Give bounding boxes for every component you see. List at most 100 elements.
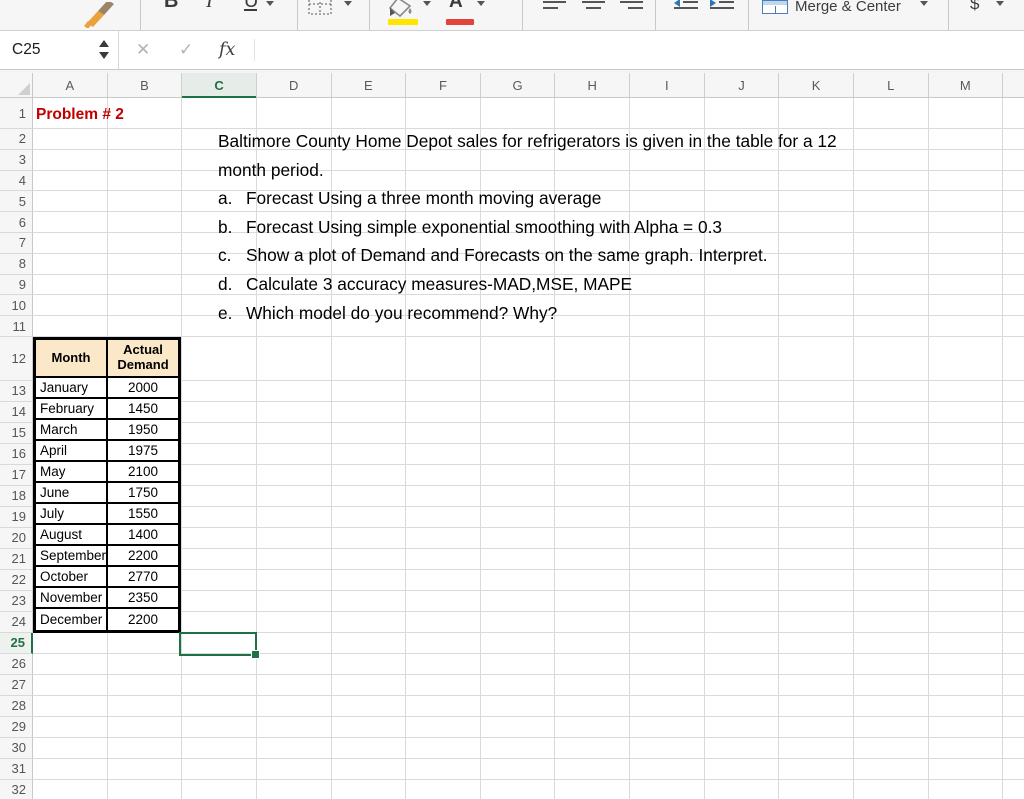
row-header-2[interactable]: 2 bbox=[0, 129, 33, 150]
cell-I31[interactable] bbox=[630, 758, 705, 780]
cell-E19[interactable] bbox=[331, 506, 407, 528]
cell-B5[interactable] bbox=[107, 191, 183, 213]
cell-K1[interactable] bbox=[779, 98, 854, 129]
cell-D16[interactable] bbox=[256, 443, 332, 465]
cell-B32[interactable] bbox=[107, 779, 183, 799]
cell-M13[interactable] bbox=[928, 380, 1004, 402]
cell-K31[interactable] bbox=[779, 758, 854, 780]
cell-E29[interactable] bbox=[331, 716, 407, 738]
cell-M16[interactable] bbox=[928, 443, 1004, 465]
cell-J1[interactable] bbox=[704, 98, 780, 129]
table-cell-demand[interactable]: 1750 bbox=[108, 483, 178, 504]
cell-C28[interactable] bbox=[182, 695, 257, 717]
cell-partial-22[interactable] bbox=[1003, 569, 1024, 591]
cell-E32[interactable] bbox=[331, 779, 407, 799]
cell-J14[interactable] bbox=[704, 401, 780, 423]
cell-L1[interactable] bbox=[853, 98, 929, 129]
column-header-G[interactable]: G bbox=[481, 73, 556, 97]
cell-M17[interactable] bbox=[928, 464, 1004, 486]
cell-B2[interactable] bbox=[107, 129, 183, 150]
increase-indent-button[interactable] bbox=[710, 0, 734, 12]
cell-K12[interactable] bbox=[779, 336, 854, 381]
cell-M31[interactable] bbox=[928, 758, 1004, 780]
cell-J20[interactable] bbox=[704, 527, 780, 549]
table-cell-month[interactable]: December bbox=[36, 609, 108, 630]
cell-M10[interactable] bbox=[928, 295, 1004, 317]
cell-K21[interactable] bbox=[779, 548, 854, 570]
cell-H1[interactable] bbox=[555, 98, 630, 129]
cell-E1[interactable] bbox=[331, 98, 407, 129]
fill-color-bucket-icon[interactable] bbox=[388, 0, 416, 18]
cell-G12[interactable] bbox=[480, 336, 556, 381]
cell-M27[interactable] bbox=[928, 674, 1004, 696]
cell-J26[interactable] bbox=[704, 653, 780, 675]
select-all-corner[interactable] bbox=[0, 73, 33, 97]
cell-H12[interactable] bbox=[555, 336, 630, 381]
cell-K14[interactable] bbox=[779, 401, 854, 423]
cell-partial-14[interactable] bbox=[1003, 401, 1024, 423]
cell-I13[interactable] bbox=[630, 380, 705, 402]
cell-D27[interactable] bbox=[256, 674, 332, 696]
cell-D30[interactable] bbox=[256, 737, 332, 759]
cell-B9[interactable] bbox=[107, 274, 183, 296]
cell-M26[interactable] bbox=[928, 653, 1004, 675]
cell-I16[interactable] bbox=[630, 443, 705, 465]
cell-M2[interactable] bbox=[928, 129, 1004, 150]
cell-B31[interactable] bbox=[107, 758, 183, 780]
cell-H14[interactable] bbox=[555, 401, 630, 423]
cell-H13[interactable] bbox=[555, 380, 630, 402]
cell-J25[interactable] bbox=[704, 632, 780, 654]
cell-I12[interactable] bbox=[630, 336, 705, 381]
cell-I27[interactable] bbox=[630, 674, 705, 696]
cell-J15[interactable] bbox=[704, 422, 780, 444]
cell-M21[interactable] bbox=[928, 548, 1004, 570]
cell-G25[interactable] bbox=[480, 632, 556, 654]
cell-F20[interactable] bbox=[406, 527, 481, 549]
underline-dropdown-caret-icon[interactable] bbox=[266, 1, 274, 6]
table-cell-demand[interactable]: 2100 bbox=[108, 462, 178, 483]
cell-L29[interactable] bbox=[853, 716, 929, 738]
cell-L31[interactable] bbox=[853, 758, 929, 780]
cell-F29[interactable] bbox=[406, 716, 481, 738]
cell-G13[interactable] bbox=[480, 380, 556, 402]
cell-M20[interactable] bbox=[928, 527, 1004, 549]
cell-partial-11[interactable] bbox=[1003, 316, 1024, 337]
cell-L32[interactable] bbox=[853, 779, 929, 799]
cell-D26[interactable] bbox=[256, 653, 332, 675]
cell-partial-21[interactable] bbox=[1003, 548, 1024, 570]
cell-I25[interactable] bbox=[630, 632, 705, 654]
row-header-29[interactable]: 29 bbox=[0, 716, 33, 738]
row-header-16[interactable]: 16 bbox=[0, 443, 33, 465]
cell-K16[interactable] bbox=[779, 443, 854, 465]
column-header-J[interactable]: J bbox=[705, 73, 780, 97]
cell-M4[interactable] bbox=[928, 170, 1004, 192]
cell-M5[interactable] bbox=[928, 191, 1004, 213]
cell-C31[interactable] bbox=[182, 758, 257, 780]
cell-L13[interactable] bbox=[853, 380, 929, 402]
cell-M7[interactable] bbox=[928, 232, 1004, 254]
row-header-11[interactable]: 11 bbox=[0, 316, 33, 337]
cell-D1[interactable] bbox=[256, 98, 332, 129]
cell-A3[interactable] bbox=[33, 149, 108, 171]
cell-partial-26[interactable] bbox=[1003, 653, 1024, 675]
cell-L24[interactable] bbox=[853, 611, 929, 633]
borders-dropdown-caret-icon[interactable] bbox=[344, 1, 352, 6]
cell-E15[interactable] bbox=[331, 422, 407, 444]
cell-J22[interactable] bbox=[704, 569, 780, 591]
cell-L10[interactable] bbox=[853, 295, 929, 317]
cell-E14[interactable] bbox=[331, 401, 407, 423]
cell-H20[interactable] bbox=[555, 527, 630, 549]
cell-B10[interactable] bbox=[107, 295, 183, 317]
cell-partial-25[interactable] bbox=[1003, 632, 1024, 654]
spinner-up-icon[interactable] bbox=[99, 40, 109, 47]
cell-partial-30[interactable] bbox=[1003, 737, 1024, 759]
cell-H30[interactable] bbox=[555, 737, 630, 759]
row-header-30[interactable]: 30 bbox=[0, 737, 33, 759]
cell-G26[interactable] bbox=[480, 653, 556, 675]
cell-K15[interactable] bbox=[779, 422, 854, 444]
cell-D17[interactable] bbox=[256, 464, 332, 486]
cell-M1[interactable] bbox=[928, 98, 1004, 129]
cell-F23[interactable] bbox=[406, 590, 481, 612]
cell-L3[interactable] bbox=[853, 149, 929, 171]
cell-M11[interactable] bbox=[928, 316, 1004, 337]
